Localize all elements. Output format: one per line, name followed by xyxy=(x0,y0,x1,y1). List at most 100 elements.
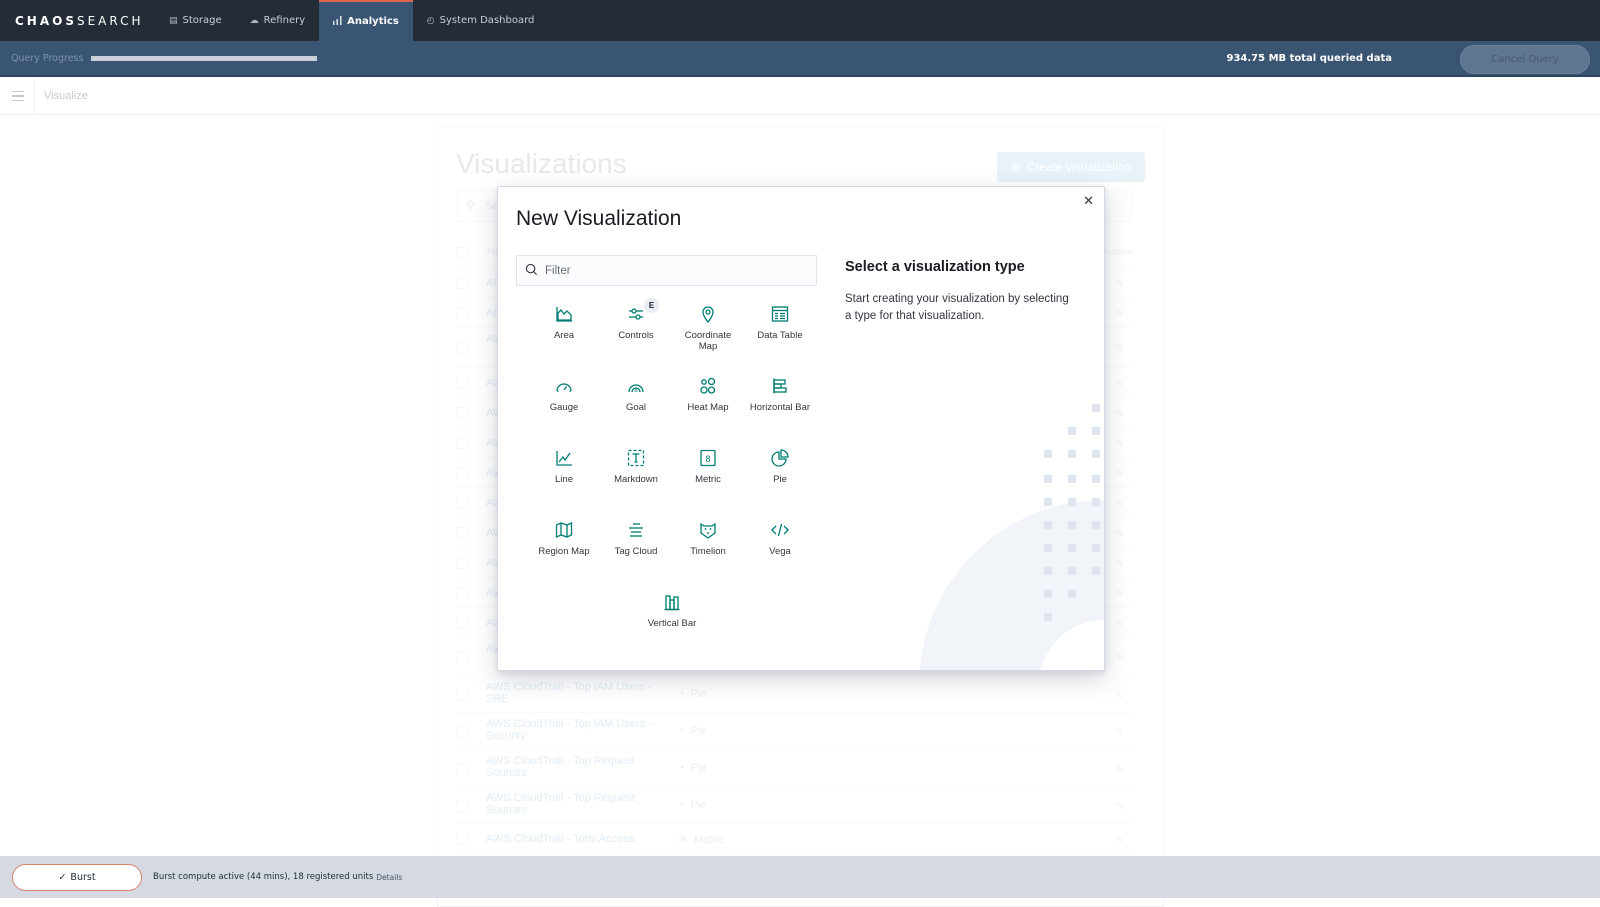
storage-icon: ▤ xyxy=(169,15,178,26)
code-icon xyxy=(771,523,789,537)
line-chart-icon xyxy=(556,451,572,466)
region-map-icon xyxy=(555,521,573,539)
decorative-dot xyxy=(1068,567,1076,575)
viz-type-goal[interactable]: 8 Goal xyxy=(600,376,672,413)
viz-type-line[interactable]: Line xyxy=(528,448,600,485)
query-progress-track xyxy=(91,55,318,61)
viz-type-markdown[interactable]: Markdown xyxy=(600,448,672,485)
decorative-dot xyxy=(1068,521,1076,529)
filter-field[interactable] xyxy=(516,255,817,286)
decorative-dot xyxy=(1068,450,1076,458)
filter-input[interactable] xyxy=(545,256,805,285)
horizontal-bar-icon xyxy=(773,378,787,394)
viz-type-label: Data Table xyxy=(757,330,803,341)
nav-tab-refinery[interactable]: ☁ Refinery xyxy=(236,0,319,41)
tag-cloud-icon xyxy=(629,523,643,537)
markdown-icon xyxy=(627,449,645,467)
vertical-bar-icon xyxy=(664,595,680,611)
dashboard-icon: ◴ xyxy=(426,15,435,26)
decorative-dot xyxy=(1092,450,1100,458)
burst-status-text: Burst compute active (44 mins), 18 regis… xyxy=(153,872,374,882)
viz-type-pie[interactable]: Pie xyxy=(744,448,816,485)
side-title: Select a visualization type xyxy=(845,259,1025,275)
viz-type-controls[interactable]: Controls E xyxy=(600,298,672,341)
viz-type-vega[interactable]: Vega xyxy=(744,520,816,557)
nav-tab-analytics[interactable]: Analytics xyxy=(319,0,413,41)
logo-light: SEARCH xyxy=(76,13,144,28)
total-queried-data: 934.75 MB total queried data xyxy=(1226,52,1393,64)
viz-type-vertical-bar[interactable]: Vertical Bar xyxy=(636,592,708,629)
viz-type-label: Markdown xyxy=(614,474,658,485)
modal-title: New Visualization xyxy=(516,207,682,230)
decorative-dot xyxy=(1044,613,1052,621)
decorative-dot xyxy=(1092,498,1100,506)
burst-label: Burst xyxy=(70,871,96,883)
decorative-dot xyxy=(1092,404,1100,412)
decorative-dot xyxy=(1068,590,1076,598)
decorative-dot xyxy=(1044,450,1052,458)
viz-type-label: Goal xyxy=(625,402,647,413)
viz-type-timelion[interactable]: Timelion xyxy=(672,520,744,557)
decorative-dot xyxy=(1092,475,1100,483)
logo-bold: CHAOS xyxy=(15,13,77,28)
details-link[interactable]: Details xyxy=(376,873,402,882)
decorative-dot xyxy=(1068,544,1076,552)
query-progress-bar: Query Progress 934.75 MB total queried d… xyxy=(0,41,1600,77)
viz-type-label: Tag Cloud xyxy=(614,546,658,557)
logo[interactable]: CHAOSSEARCH xyxy=(15,14,155,28)
experimental-badge: E xyxy=(644,298,659,313)
viz-type-area[interactable]: Area xyxy=(528,304,600,341)
nav-tab-label: Storage xyxy=(182,15,222,26)
viz-type-label: Vertical Bar xyxy=(647,618,697,629)
breadcrumb-visualize[interactable]: Visualize xyxy=(44,90,88,102)
viz-type-horizontal-bar[interactable]: Horizontal Bar xyxy=(744,376,816,413)
viz-type-data-table[interactable]: Data Table xyxy=(744,304,816,341)
viz-type-label: Metric xyxy=(695,474,721,485)
viz-type-label: Timelion xyxy=(690,546,726,557)
gauge-icon xyxy=(556,383,572,392)
decorative-dot xyxy=(1044,521,1052,529)
goal-icon: 8 xyxy=(628,384,644,394)
decorative-illustration xyxy=(919,404,1104,670)
close-icon[interactable]: ✕ xyxy=(1083,193,1094,209)
nav-tab-system-dashboard[interactable]: ◴ System Dashboard xyxy=(413,0,549,41)
viz-type-coordinate-map[interactable]: Coordinate Map xyxy=(672,304,744,352)
viz-type-label: Region Map xyxy=(538,546,590,557)
viz-type-label: Vega xyxy=(769,546,791,557)
nav-tab-label: Analytics xyxy=(347,16,399,27)
timelion-icon xyxy=(700,522,716,539)
viz-type-metric[interactable]: 8 Metric xyxy=(672,448,744,485)
viz-type-label: Gauge xyxy=(549,402,579,413)
query-progress-fill xyxy=(91,55,318,61)
viz-type-tag-cloud[interactable]: Tag Cloud xyxy=(600,520,672,557)
bar-chart-icon xyxy=(333,15,342,28)
cancel-query-button[interactable]: Cancel Query xyxy=(1460,45,1590,74)
viz-type-gauge[interactable]: Gauge xyxy=(528,376,600,413)
decorative-dot xyxy=(1092,427,1100,435)
nav-tab-storage[interactable]: ▤ Storage xyxy=(155,0,236,41)
decorative-dot xyxy=(1044,544,1052,552)
menu-icon[interactable] xyxy=(12,90,24,102)
search-icon xyxy=(525,263,538,276)
decorative-dot xyxy=(1092,521,1100,529)
metric-icon: 8 xyxy=(700,449,716,467)
heatmap-icon xyxy=(700,377,716,394)
check-icon: ✓ xyxy=(58,871,67,883)
viz-type-heat-map[interactable]: Heat Map xyxy=(672,376,744,413)
viz-type-label: Controls xyxy=(618,330,654,341)
side-description: Start creating your visualization by sel… xyxy=(845,293,1069,322)
decorative-dot xyxy=(1068,498,1076,506)
map-pin-icon xyxy=(702,306,714,324)
decorative-dot xyxy=(1044,567,1052,575)
viz-type-label: Coordinate Map xyxy=(684,330,732,352)
viz-type-label: Area xyxy=(553,330,575,341)
burst-button[interactable]: ✓ Burst xyxy=(12,863,142,891)
nav-tab-label: System Dashboard xyxy=(439,15,535,26)
divider xyxy=(34,77,35,115)
breadcrumb-bar: Visualize xyxy=(0,77,1600,115)
new-visualization-modal: ✕ New Visualization Area Controls E Coordin… xyxy=(497,186,1105,671)
controls-icon xyxy=(629,308,643,320)
decorative-dot xyxy=(1044,590,1052,598)
viz-type-label: Pie xyxy=(773,474,787,485)
viz-type-region-map[interactable]: Region Map xyxy=(528,520,600,557)
